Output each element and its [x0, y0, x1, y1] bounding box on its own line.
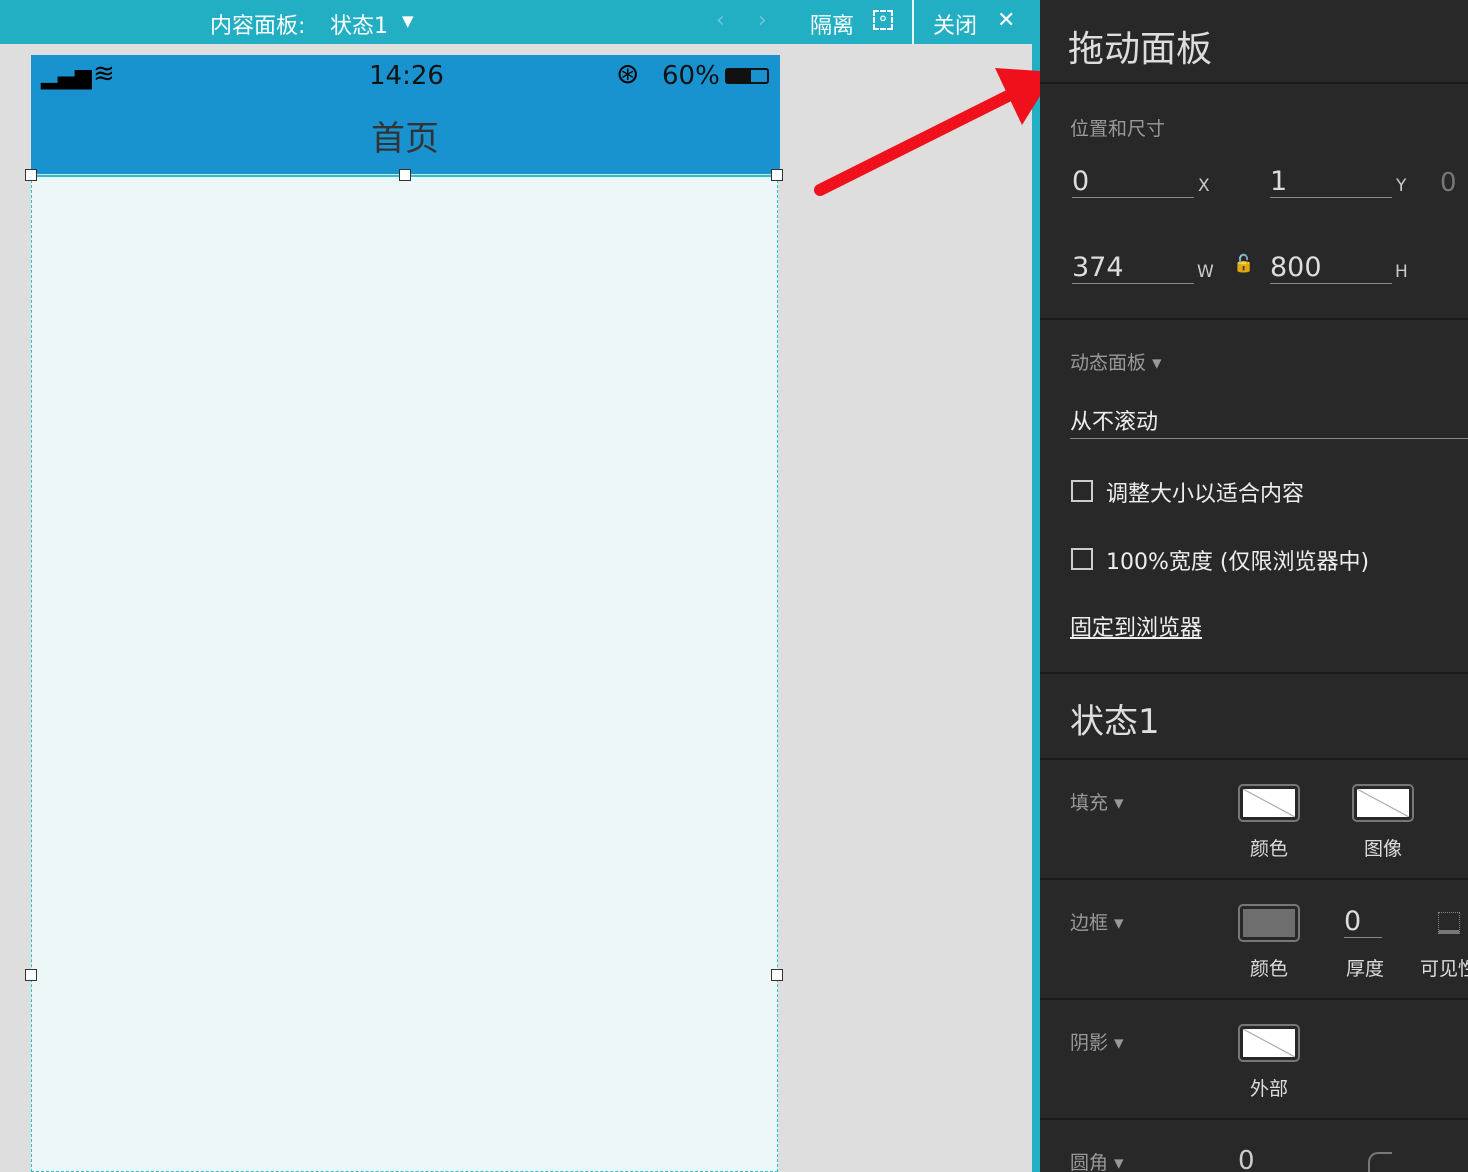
border-color-swatch[interactable] [1238, 904, 1300, 942]
fill-image-swatch[interactable] [1352, 784, 1414, 822]
dynamic-panel-dropdown[interactable]: 动态面板 ▾ [1070, 348, 1162, 375]
close-button[interactable]: 关闭 [933, 8, 977, 40]
outer-shadow-label: 外部 [1249, 1078, 1288, 1100]
border-visibility-icon[interactable] [1438, 912, 1460, 934]
corner-radius-input[interactable]: 0 [1238, 1146, 1255, 1172]
isolate-icon[interactable]: ∘ [873, 10, 893, 30]
toolbar-title: 内容面板: [210, 14, 306, 39]
width-input[interactable]: 374 [1072, 252, 1194, 284]
y-label: Y [1396, 176, 1407, 196]
inspector-panel: 拖动面板 位置和尺寸 0 X 1 Y 0 374 W 🔓 800 H 动态面板 … [1040, 0, 1468, 1172]
divider [912, 0, 914, 44]
resize-handle[interactable] [25, 169, 37, 181]
red-arrow-annotation [814, 68, 1055, 196]
state-section: 状态1 [1040, 672, 1468, 760]
signal-icon: ▂▄▆ [41, 65, 92, 90]
phone-header: ▂▄▆ ≋ 14:26 ⊛ 60% 首页 [31, 55, 780, 174]
next-icon[interactable]: › [758, 8, 767, 33]
full-width-label: 100%宽度 (仅限浏览器中) [1106, 550, 1370, 575]
prev-icon[interactable]: ‹ [716, 8, 725, 33]
fill-color-label: 颜色 [1249, 838, 1288, 860]
visibility-label: 可见性 [1420, 958, 1468, 980]
shadow-section: 阴影 ▾ 外部 [1040, 998, 1468, 1120]
fit-content-label: 调整大小以适合内容 [1106, 482, 1305, 507]
state-dropdown[interactable]: 状态1 [330, 8, 388, 40]
thickness-label: 厚度 [1345, 958, 1384, 980]
dyn-label: 动态面板 [1070, 352, 1147, 374]
x-label: X [1198, 176, 1210, 196]
dynamic-panel-content[interactable] [31, 175, 778, 1172]
border-dropdown[interactable]: 边框 ▾ [1070, 908, 1124, 935]
pos-size-label: 位置和尺寸 [1070, 118, 1166, 140]
unlock-icon[interactable]: 🔓 [1233, 254, 1254, 274]
fill-color-swatch[interactable] [1238, 784, 1300, 822]
corner-icon[interactable] [1368, 1152, 1392, 1172]
rotation-lock-icon: ⊛ [616, 57, 640, 90]
battery-percent: 60% [662, 61, 720, 91]
fill-section: 填充 ▾ 颜色 图像 [1040, 758, 1468, 880]
page-title: 首页 [371, 119, 439, 159]
resize-handle[interactable] [399, 169, 411, 181]
state-title: 状态1 [1070, 702, 1160, 742]
border-color-label: 颜色 [1249, 958, 1288, 980]
height-input[interactable]: 800 [1270, 252, 1392, 284]
close-icon[interactable]: ✕ [997, 8, 1015, 33]
scroll-select[interactable]: 从不滚动 [1070, 404, 1468, 439]
battery-icon [725, 68, 769, 84]
dynamic-panel-section: 动态面板 ▾ 从不滚动 调整大小以适合内容 100%宽度 (仅限浏览器中) 固定… [1040, 318, 1468, 674]
resize-handle[interactable] [771, 169, 783, 181]
border-section: 边框 ▾ 颜色 0 厚度 可见性 [1040, 878, 1468, 1000]
border-thickness-input[interactable]: 0 [1344, 906, 1382, 938]
border-label: 边框 [1070, 912, 1109, 934]
resize-handle[interactable] [771, 969, 783, 981]
fill-label: 填充 [1070, 792, 1109, 814]
w-label: W [1197, 262, 1214, 282]
status-time: 14:26 [369, 61, 444, 91]
outer-shadow-swatch[interactable] [1238, 1024, 1300, 1062]
corner-label: 圆角 [1070, 1152, 1109, 1172]
isolate-button[interactable]: 隔离 [810, 8, 854, 40]
rotation-input[interactable]: 0 [1440, 168, 1457, 198]
fill-dropdown[interactable]: 填充 ▾ [1070, 788, 1124, 815]
shadow-dropdown[interactable]: 阴影 ▾ [1070, 1028, 1124, 1055]
panel-title: 拖动面板 [1068, 29, 1213, 70]
position-size-section: 位置和尺寸 0 X 1 Y 0 374 W 🔓 800 H [1040, 82, 1468, 320]
resize-handle[interactable] [25, 969, 37, 981]
fit-content-checkbox[interactable] [1071, 480, 1093, 502]
x-input[interactable]: 0 [1072, 166, 1194, 198]
pin-to-browser-link[interactable]: 固定到浏览器 [1070, 610, 1202, 642]
full-width-checkbox[interactable] [1071, 548, 1093, 570]
h-label: H [1395, 262, 1408, 282]
chevron-down-icon[interactable]: ▼ [402, 12, 414, 30]
content-panel-toolbar: 内容面板: 状态1 ▼ ‹ › 隔离 ∘ 关闭 ✕ [0, 0, 1032, 44]
fill-image-label: 图像 [1363, 838, 1402, 860]
corner-dropdown[interactable]: 圆角 ▾ [1070, 1148, 1124, 1172]
corner-section: 圆角 ▾ 0 [1040, 1118, 1468, 1172]
wifi-icon: ≋ [93, 59, 115, 89]
y-input[interactable]: 1 [1270, 166, 1392, 198]
shadow-label: 阴影 [1070, 1032, 1109, 1054]
